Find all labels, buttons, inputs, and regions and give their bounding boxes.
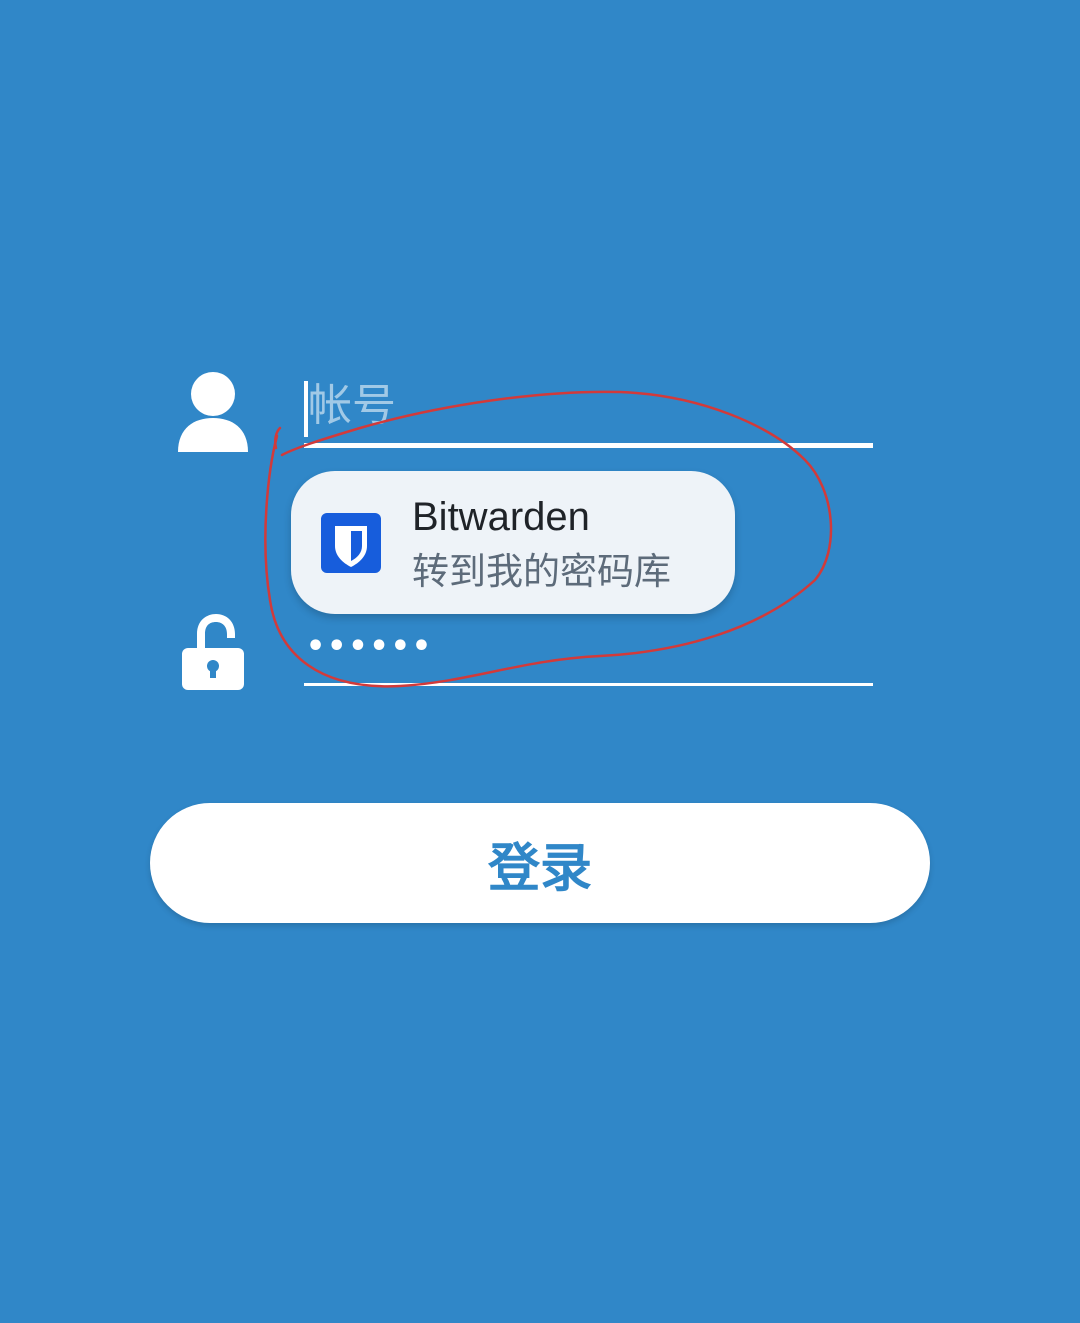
account-underline xyxy=(304,443,873,448)
bitwarden-autofill-suggestion[interactable]: Bitwarden 转到我的密码库 xyxy=(291,471,735,614)
password-underline xyxy=(304,683,873,686)
suggestion-subtitle: 转到我的密码库 xyxy=(412,550,671,593)
login-button[interactable]: 登录 xyxy=(150,803,930,923)
user-icon xyxy=(178,372,248,452)
bitwarden-shield-icon xyxy=(321,513,381,573)
unlock-icon xyxy=(182,614,244,690)
account-input[interactable]: 帐号 xyxy=(304,370,873,442)
suggestion-title: Bitwarden xyxy=(412,495,590,539)
password-input[interactable]: •••••• xyxy=(306,618,873,676)
text-caret xyxy=(304,381,308,437)
